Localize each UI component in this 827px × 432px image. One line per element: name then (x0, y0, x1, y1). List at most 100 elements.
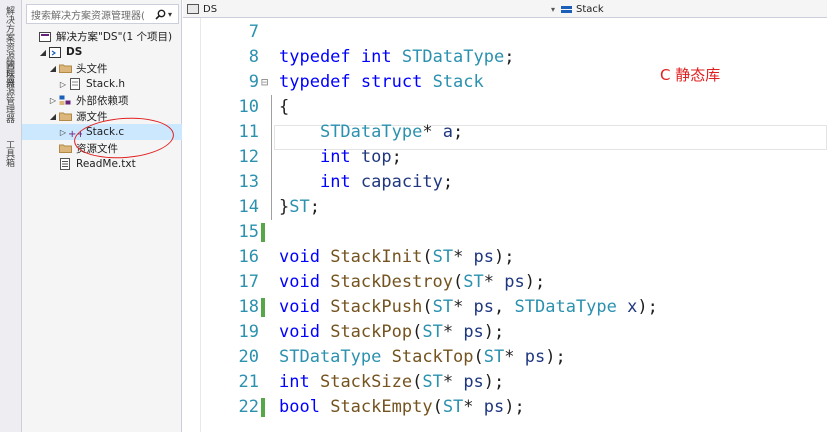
project-icon (187, 4, 199, 14)
code-line[interactable]: 18 void StackPush(ST* ps, STDataType x); (183, 295, 827, 320)
fold-region-line (271, 145, 272, 170)
line-number: 17 (238, 272, 259, 292)
code-token: top (360, 147, 392, 167)
code-line[interactable]: 21 int StackSize(ST* ps); (183, 370, 827, 395)
fold-toggle-icon[interactable]: ⊟ (261, 70, 268, 95)
code-text: void StackPop(ST* ps); (279, 320, 504, 345)
code-line[interactable]: 7 (183, 20, 827, 45)
code-token: ( (422, 297, 433, 317)
tree-item[interactable]: 解决方案"DS"(1 个项目) (22, 28, 182, 44)
line-number: 9 (248, 72, 259, 92)
tree-item-label: 头文件 (76, 62, 108, 75)
code-line[interactable]: 12 int top; (183, 145, 827, 170)
code-text: STDataType* a; (279, 120, 463, 145)
code-token: int (319, 172, 351, 192)
code-token: ; (309, 197, 320, 217)
code-token: a (442, 122, 454, 142)
tree-item[interactable]: ◢ 头文件 (22, 60, 182, 76)
code-text: bool StackEmpty(ST* ps); (279, 395, 525, 420)
code-token: ST (483, 347, 505, 367)
line-number: 13 (238, 172, 259, 192)
line-number: 16 (238, 247, 259, 267)
tree-item[interactable]: ▷ Stack.h (22, 76, 182, 92)
code-line[interactable]: 8 typedef int STDataType; (183, 45, 827, 70)
collapse-arrow-icon[interactable]: ◢ (38, 48, 48, 57)
tree-item-label: Stack.h (86, 78, 126, 90)
code-text: void StackPush(ST* ps, STDataType x); (279, 295, 658, 320)
code-token: ); (524, 272, 546, 292)
search-icon[interactable] (152, 6, 168, 22)
code-line[interactable]: 19 void StackPop(ST* ps); (183, 320, 827, 345)
code-token: ps (473, 297, 495, 317)
line-number: 14 (238, 197, 259, 217)
code-token: ( (473, 347, 484, 367)
code-token: StackEmpty (330, 397, 433, 417)
code-token: ST (289, 197, 310, 217)
scope-combo[interactable]: Stack (561, 1, 821, 17)
code-token: void (279, 272, 320, 292)
code-line[interactable]: 9 ⊟ typedef struct Stack (183, 70, 827, 95)
tree-item[interactable]: ◢ DS (22, 44, 182, 60)
code-line[interactable]: 22 bool StackEmpty(ST* ps); (183, 395, 827, 420)
code-token: Stack (432, 72, 484, 92)
collapse-arrow-icon[interactable]: ◢ (48, 112, 58, 121)
search-input[interactable]: 搜索解决方案资源管理器( (27, 7, 152, 22)
code-text: }ST; (279, 195, 320, 220)
line-number: 20 (238, 347, 259, 367)
code-line[interactable]: 11 STDataType* a; (183, 120, 827, 145)
code-token: ps (473, 247, 495, 267)
code-token: ps (463, 372, 484, 392)
code-token: * (453, 247, 474, 267)
tree-item[interactable]: ▷ 外部依赖项 (22, 92, 182, 108)
search-box[interactable]: 搜索解决方案资源管理器( ▾ (26, 4, 179, 24)
code-token: ); (483, 372, 505, 392)
line-number: 22 (238, 397, 259, 417)
code-line[interactable]: 14 }ST; (183, 195, 827, 220)
search-options-chevron-down-icon[interactable]: ▾ (168, 10, 178, 19)
tab-toolbox[interactable]: 工具箱 (3, 140, 16, 167)
expand-arrow-icon[interactable]: ▷ (58, 80, 68, 89)
expand-arrow-icon[interactable]: ▷ (58, 128, 68, 137)
solution-explorer: 搜索解决方案资源管理器( ▾ 解决方案"DS"(1 个项目) ◢ DS ◢ 头文件 ▷ St… (22, 0, 182, 432)
code-token: int (279, 372, 310, 392)
code-line[interactable]: 13 int capacity; (183, 170, 827, 195)
code-line[interactable]: 10 { (183, 95, 827, 120)
code-line[interactable]: 17 void StackDestroy(ST* ps); (183, 270, 827, 295)
change-marker (261, 398, 265, 417)
code-token: * (442, 372, 464, 392)
scope-combo-label: Stack (576, 3, 604, 15)
code-text: typedef struct Stack (279, 70, 484, 95)
line-number: 11 (238, 122, 259, 142)
code-token: ps (504, 272, 525, 292)
code-text: typedef int STDataType; (279, 45, 514, 70)
code-text: void StackDestroy(ST* ps); (279, 270, 545, 295)
code-line[interactable]: 15 (183, 220, 827, 245)
project-combo[interactable]: DS ▾ (187, 1, 555, 17)
change-marker (261, 223, 265, 242)
code-line[interactable]: 20 STDataType StackTop(ST* ps); (183, 345, 827, 370)
code-token: ST (442, 397, 464, 417)
code-token: void (279, 247, 320, 267)
tree-item[interactable]: ReadMe.txt (22, 156, 182, 172)
code-token: ( (422, 247, 433, 267)
chevron-down-icon[interactable]: ▾ (551, 5, 555, 14)
code-token: StackTop (391, 347, 474, 367)
collapse-arrow-icon[interactable]: ◢ (48, 64, 58, 73)
annotation-text: C 静态库 (660, 66, 721, 84)
tab-team-explorer[interactable]: 团队资源管理器 (3, 60, 16, 123)
code-line[interactable]: 16 void StackInit(ST* ps); (183, 245, 827, 270)
line-number: 8 (248, 47, 259, 67)
code-token: , (494, 297, 515, 317)
expand-arrow-icon[interactable]: ▷ (48, 96, 58, 105)
code-token: capacity (360, 172, 443, 192)
code-token: ( (412, 372, 423, 392)
text-file-icon (58, 158, 72, 170)
code-editor[interactable]: 7 8 typedef int STDataType; 9 ⊟ typedef struc… (183, 18, 827, 432)
